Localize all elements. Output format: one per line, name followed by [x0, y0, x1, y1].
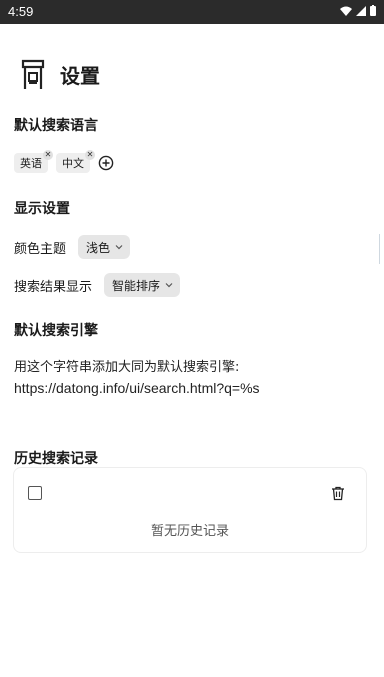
select-all-checkbox[interactable] — [28, 486, 42, 500]
history-empty-text: 暂无历史记录 — [150, 524, 229, 539]
chip-close-icon[interactable]: ✕ — [85, 150, 95, 160]
page-header: 设置 — [16, 54, 100, 94]
result-display-row: 搜索结果显示 智能排序 — [14, 273, 181, 297]
theme-row: 颜色主题 浅色 — [14, 235, 131, 259]
language-tags: 英语 ✕ 中文 ✕ — [14, 150, 114, 173]
chevron-down-icon — [115, 245, 123, 250]
status-time: 4:59 — [8, 4, 34, 19]
status-bar: 4:59 — [0, 0, 384, 24]
language-chip-chinese: 中文 ✕ — [56, 150, 95, 173]
add-language-icon[interactable] — [98, 155, 114, 171]
engine-description: 用这个字符串添加大同为默认搜索引擎: — [14, 360, 240, 375]
trash-icon[interactable] — [330, 485, 346, 501]
chip-label: 中文 — [62, 157, 84, 170]
battery-icon — [370, 5, 376, 16]
result-display-label: 搜索结果显示 — [14, 279, 93, 295]
display-section-title: 显示设置 — [14, 201, 70, 217]
signal-icon — [356, 5, 366, 16]
edge-divider — [379, 234, 384, 264]
history-card: 暂无历史记录 — [13, 467, 367, 553]
result-display-value: 智能排序 — [112, 278, 161, 293]
chevron-down-icon — [165, 283, 173, 288]
theme-select[interactable]: 浅色 — [78, 235, 131, 259]
status-icons — [340, 5, 376, 16]
wifi-icon — [340, 6, 352, 16]
page-title: 设置 — [60, 63, 100, 88]
chip-close-icon[interactable]: ✕ — [43, 150, 53, 160]
history-section-title: 历史搜索记录 — [14, 451, 98, 467]
theme-value: 浅色 — [86, 240, 111, 255]
app-logo-icon — [21, 59, 45, 89]
language-chip-english: 英语 ✕ — [14, 150, 53, 173]
engine-url: https://datong.info/ui/search.html?q=%s — [14, 380, 260, 396]
result-display-select[interactable]: 智能排序 — [104, 273, 181, 297]
engine-description-block: 用这个字符串添加大同为默认搜索引擎: https://datong.info/u… — [14, 358, 370, 398]
chip-label: 英语 — [20, 157, 42, 170]
engine-section-title: 默认搜索引擎 — [14, 323, 98, 339]
language-section-title: 默认搜索语言 — [14, 118, 98, 134]
settings-page: 设置 默认搜索语言 英语 ✕ 中文 ✕ 显示设置 颜色主题 浅色 搜索结果显示 … — [0, 24, 384, 677]
theme-label: 颜色主题 — [14, 241, 67, 257]
